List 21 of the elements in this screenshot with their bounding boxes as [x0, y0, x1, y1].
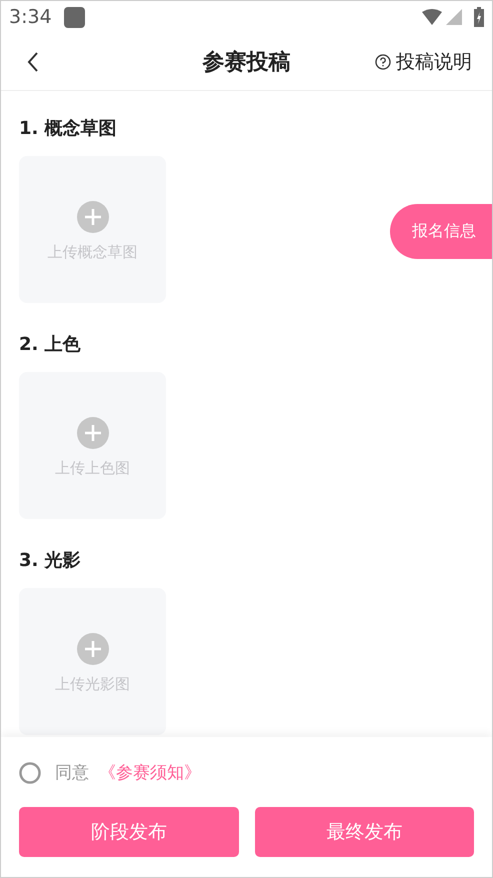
rules-link[interactable]: 《参赛须知》	[99, 761, 201, 784]
publish-button[interactable]: 阶段发布	[19, 807, 238, 857]
agree-label: 同意	[55, 762, 89, 784]
help-link[interactable]: 投稿说明	[396, 48, 472, 74]
status-time: 3:34	[9, 6, 52, 28]
battery-icon	[474, 7, 484, 27]
publish-button[interactable]: 最终发布	[254, 807, 474, 857]
section-heading: 2. 上色	[19, 333, 82, 357]
help-icon	[375, 54, 391, 70]
registration-info-button[interactable]: 报名信息	[390, 204, 492, 259]
wifi-icon	[422, 9, 442, 25]
back-icon[interactable]	[27, 52, 39, 72]
app-notification-icon	[64, 6, 85, 28]
section-heading: 3. 光影	[19, 549, 82, 573]
signal-icon	[446, 9, 462, 25]
page-title: 参赛投稿	[202, 48, 290, 76]
section-heading: 1. 概念草图	[19, 117, 118, 141]
add-icon	[76, 417, 108, 449]
add-icon	[76, 201, 108, 233]
agree-checkbox[interactable]	[19, 762, 41, 784]
add-icon	[76, 633, 108, 665]
